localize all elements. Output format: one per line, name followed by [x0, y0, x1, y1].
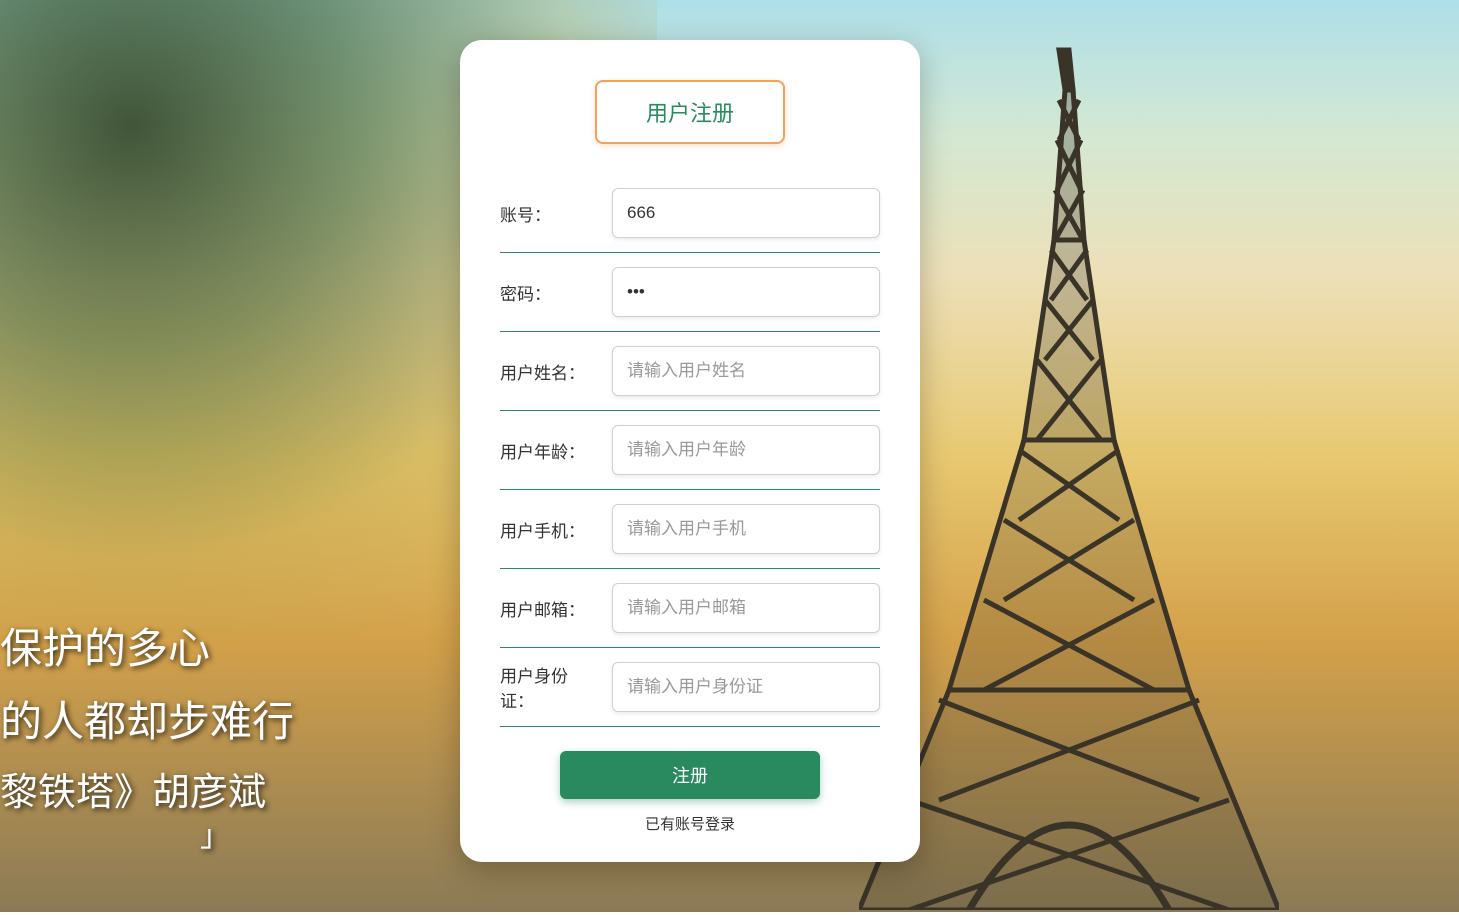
register-button[interactable]: 注册 [560, 751, 820, 799]
phone-label: 用户手机： [500, 517, 600, 542]
password-row: 密码： [500, 253, 880, 332]
account-label: 账号： [500, 201, 600, 226]
password-label: 密码： [500, 280, 600, 305]
email-row: 用户邮箱： [500, 569, 880, 648]
name-label: 用户姓名： [500, 359, 600, 384]
name-input[interactable] [612, 346, 880, 396]
caption-bracket: 」 [200, 822, 294, 852]
caption-line-2: 的人都却步难行 [0, 688, 294, 749]
form-title: 用户注册 [595, 80, 785, 144]
caption-line-3: 黎铁塔》胡彦斌 [0, 761, 294, 816]
email-label: 用户邮箱： [500, 596, 600, 621]
age-row: 用户年龄： [500, 411, 880, 490]
account-input[interactable] [612, 188, 880, 238]
age-label: 用户年龄： [500, 438, 600, 463]
phone-row: 用户手机： [500, 490, 880, 569]
email-input[interactable] [612, 583, 880, 633]
password-input[interactable] [612, 267, 880, 317]
name-row: 用户姓名： [500, 332, 880, 411]
idcard-label: 用户身份证： [500, 662, 600, 712]
login-link[interactable]: 已有账号登录 [500, 813, 880, 834]
phone-input[interactable] [612, 504, 880, 554]
eiffel-tower-illustration [859, 40, 1279, 910]
caption-line-1: 保护的多心 [0, 615, 294, 676]
idcard-row: 用户身份证： [500, 648, 880, 727]
idcard-input[interactable] [612, 662, 880, 712]
register-card: 用户注册 账号： 密码： 用户姓名： 用户年龄： 用户手机： 用户邮箱： 用户身… [460, 40, 920, 862]
account-row: 账号： [500, 174, 880, 253]
age-input[interactable] [612, 425, 880, 475]
background-caption: 保护的多心 的人都却步难行 黎铁塔》胡彦斌 」 [0, 615, 294, 852]
